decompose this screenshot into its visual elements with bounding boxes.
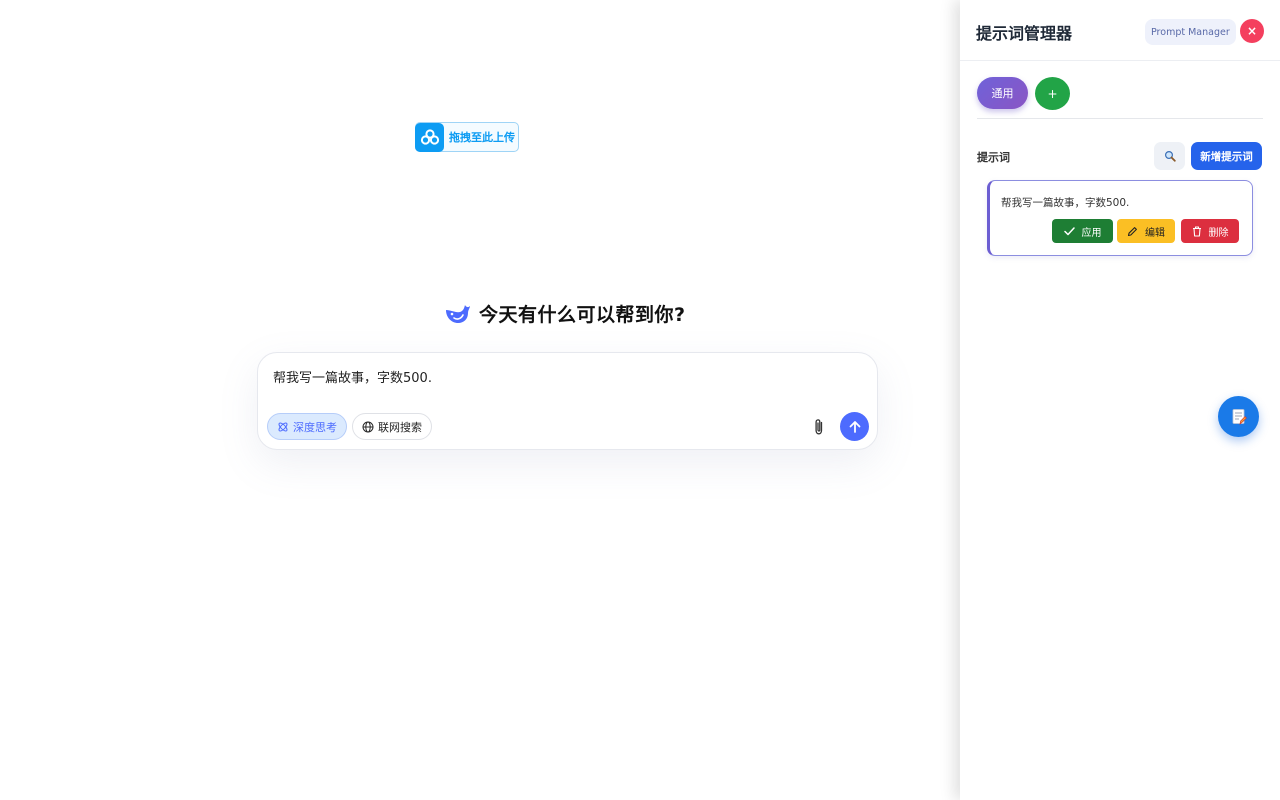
atom-icon: [278, 422, 288, 431]
globe-icon: [362, 421, 374, 432]
edit-prompt-button[interactable]: 编辑: [1117, 219, 1175, 243]
web-search-label: 联网搜索: [378, 420, 422, 434]
chat-input[interactable]: 帮我写一篇故事，字数500.: [273, 367, 432, 386]
paperclip-icon[interactable]: [811, 418, 827, 436]
edit-label: 编辑: [1145, 227, 1165, 239]
drag-upload-chip[interactable]: 拖拽至此上传: [415, 122, 519, 152]
divider: [977, 118, 1263, 119]
trash-icon: [1192, 225, 1201, 237]
panel-title: 提示词管理器: [976, 24, 1073, 43]
prompt-text: 帮我写一篇故事，字数500.: [1001, 197, 1130, 209]
new-prompt-button[interactable]: 新增提示词: [1191, 142, 1262, 170]
apply-prompt-button[interactable]: 应用: [1052, 219, 1113, 243]
chat-composer[interactable]: 帮我写一篇故事，字数500. 深度思考 联网搜索: [257, 352, 878, 450]
magnifier-icon: [1164, 150, 1176, 162]
panel-header: 提示词管理器 Prompt Manager ×: [960, 0, 1280, 61]
deep-think-label: 深度思考: [293, 420, 337, 434]
prompt-manager-tag: Prompt Manager: [1145, 19, 1236, 45]
prompts-section-title: 提示词: [977, 151, 1010, 164]
deepseek-whale-icon: [446, 305, 470, 323]
category-tab-general[interactable]: 通用: [977, 77, 1028, 109]
delete-prompt-button[interactable]: 删除: [1181, 219, 1239, 243]
welcome-title: 今天有什么可以帮到你?: [479, 303, 686, 326]
drag-upload-label: 拖拽至此上传: [449, 131, 515, 144]
send-button[interactable]: [840, 412, 869, 441]
cloud-upload-icon: [415, 122, 444, 152]
notepad-icon: [1232, 408, 1247, 425]
deep-think-toggle[interactable]: 深度思考: [267, 413, 347, 440]
search-prompts-button[interactable]: [1154, 142, 1185, 170]
arrow-up-icon: [849, 420, 860, 433]
delete-label: 删除: [1208, 227, 1229, 239]
check-icon: [1063, 226, 1075, 235]
prompt-manager-fab[interactable]: [1218, 396, 1259, 437]
welcome-heading: 今天有什么可以帮到你?: [443, 299, 686, 327]
close-panel-button[interactable]: ×: [1240, 19, 1264, 43]
web-search-toggle[interactable]: 联网搜索: [352, 413, 432, 440]
chat-main-area: 拖拽至此上传 今天有什么可以帮到你? 帮我写一篇故事，字数500. 深度思考 联…: [0, 0, 960, 800]
apply-label: 应用: [1081, 227, 1102, 239]
pencil-icon: [1127, 226, 1137, 236]
prompt-card: 帮我写一篇故事，字数500. 应用 编辑 删除: [987, 180, 1253, 256]
add-category-button[interactable]: +: [1035, 77, 1070, 110]
